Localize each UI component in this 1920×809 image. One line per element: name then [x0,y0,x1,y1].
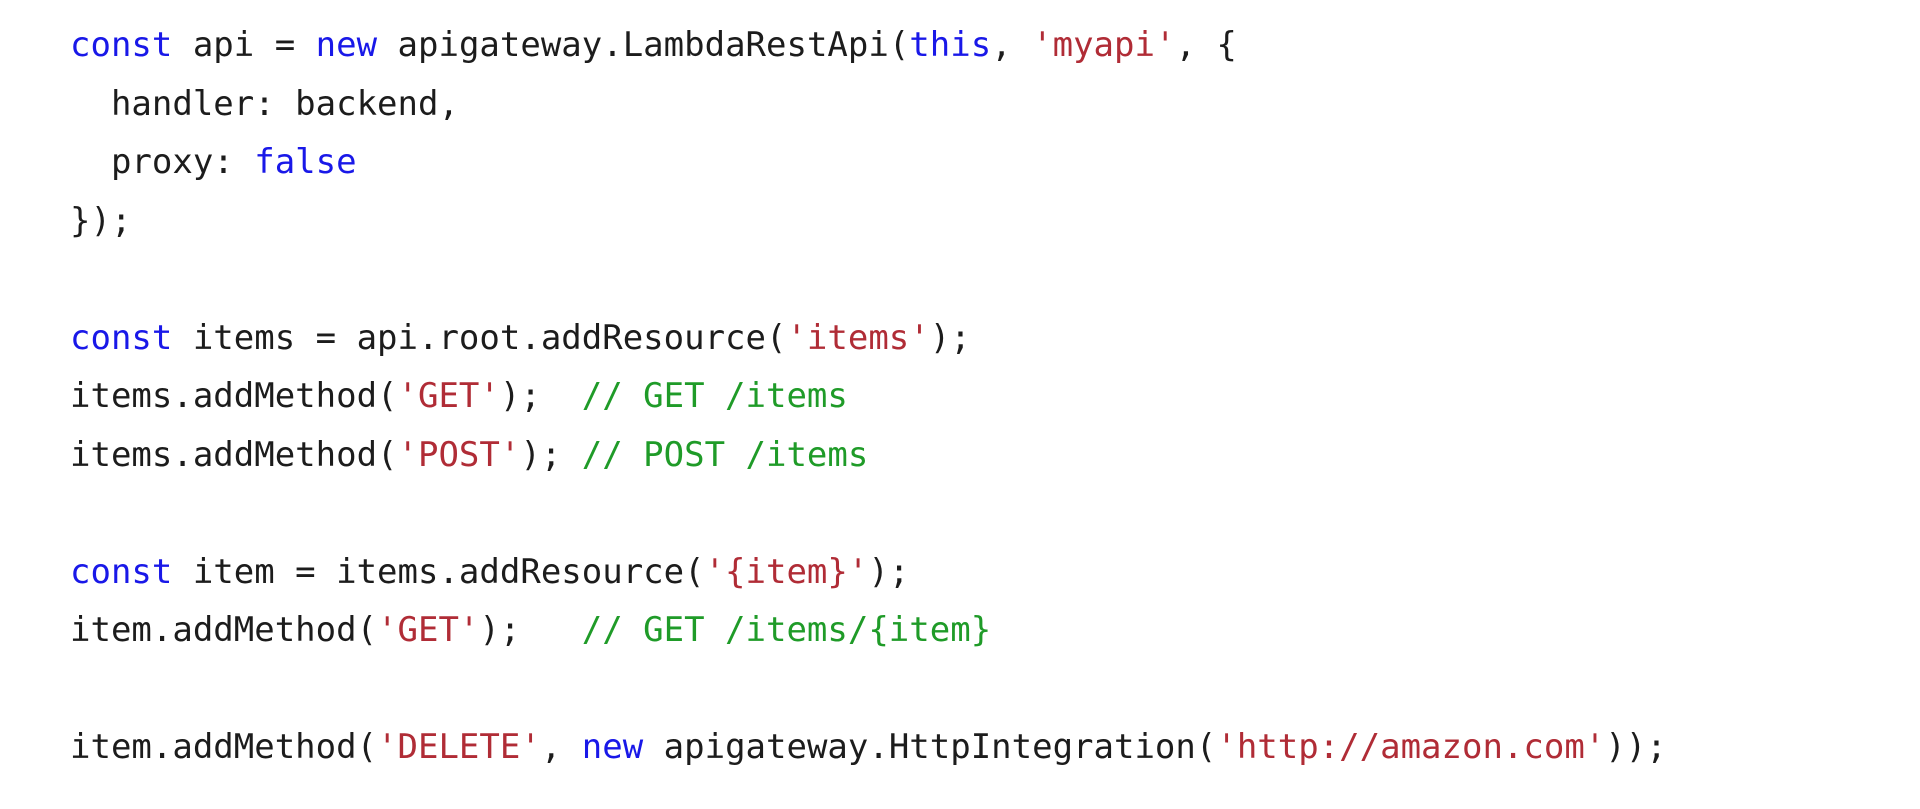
code-line: const item = items.addResource('{item}')… [70,543,1920,602]
code-token-comment: // POST /items [581,434,869,475]
code-line [70,484,1920,543]
code-token-keyword: new [315,25,378,65]
code-token-plain: item = items.addResource( [172,551,705,592]
code-line: item.addMethod('DELETE', new apigateway.… [70,718,1920,777]
code-token-keyword: const [70,317,173,358]
code-token-plain: items.addMethod( [70,434,398,475]
code-token-string: 'DELETE' [377,727,541,767]
code-token-plain: )); [1605,727,1667,767]
code-token-comment: // GET /items/{item} [581,610,992,650]
code-token-plain: api = [172,25,316,65]
code-token-string: 'GET' [397,376,500,416]
code-token-plain: , [540,727,582,767]
code-token-string: 'items' [786,317,930,358]
code-token-keyword: this [909,25,992,65]
code-line: const api = new apigateway.LambdaRestApi… [70,16,1920,75]
code-token-string: '{item}' [704,551,869,592]
code-token-plain: proxy: [70,142,255,182]
code-token-plain: ); [479,610,582,650]
code-token-keyword: false [254,142,357,182]
code-line [70,660,1920,719]
code-token-plain: apigateway.LambdaRestApi( [377,25,910,65]
code-token-plain: ); [499,376,582,416]
code-token-plain: ); [929,317,971,358]
code-token-plain: , [991,25,1033,65]
code-token-string: 'GET' [377,610,480,650]
code-token-keyword: const [70,551,173,592]
code-token-keyword: new [581,727,644,767]
code-token-plain: apigateway.HttpIntegration( [643,727,1217,767]
code-token-plain: items = api.root.addResource( [172,317,787,358]
code-token-plain: ); [868,551,910,592]
code-token-plain: ); [520,434,582,475]
code-line: item.addMethod('GET'); // GET /items/{it… [70,601,1920,660]
code-token-plain: item.addMethod( [70,610,378,650]
code-line [70,250,1920,309]
code-token-comment: // GET /items [581,376,848,416]
code-token-plain: item.addMethod( [70,727,378,767]
code-token-plain: , { [1175,25,1237,65]
code-line: items.addMethod('GET'); // GET /items [70,367,1920,426]
code-block[interactable]: const api = new apigateway.LambdaRestApi… [0,0,1920,809]
code-token-plain: items.addMethod( [70,376,398,416]
code-token-string: 'POST' [397,434,521,475]
code-line: const items = api.root.addResource('item… [70,309,1920,368]
code-line: }); [70,192,1920,251]
code-token-keyword: const [70,25,173,65]
code-token-plain: }); [70,200,132,241]
code-token-string: 'myapi' [1032,25,1176,65]
code-line: proxy: false [70,133,1920,192]
code-token-plain: handler: backend, [70,83,459,124]
code-token-string: 'http://amazon.com' [1216,727,1606,767]
code-line: items.addMethod('POST'); // POST /items [70,426,1920,485]
code-line: handler: backend, [70,75,1920,134]
